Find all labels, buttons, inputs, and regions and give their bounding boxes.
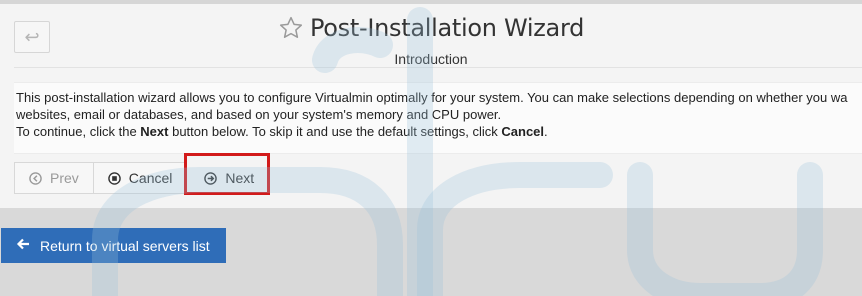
arrow-left-circle-icon <box>29 171 42 185</box>
header-divider <box>14 67 862 68</box>
cancel-button[interactable]: Cancel <box>92 162 188 194</box>
description-line-3-post: . <box>544 124 548 139</box>
wizard-description: This post-installation wizard allows you… <box>14 82 862 154</box>
page-title: Post-Installation Wizard <box>309 14 585 42</box>
page-subtitle: Introduction <box>394 51 468 67</box>
page-header: Post-Installation Wizard Introduction <box>0 14 862 67</box>
description-line-3-pre: To continue, click the <box>16 124 141 139</box>
title-line: Post-Installation Wizard <box>278 14 584 42</box>
description-line-3: To continue, click the Next button below… <box>16 123 862 140</box>
stop-circle-icon <box>108 171 121 185</box>
cancel-button-label: Cancel <box>128 170 173 186</box>
return-to-virtual-servers-button[interactable]: Return to virtual servers list <box>1 228 226 263</box>
return-button-label: Return to virtual servers list <box>40 237 210 254</box>
arrow-left-icon <box>16 237 30 254</box>
prev-button[interactable]: Prev <box>14 162 94 194</box>
prev-button-label: Prev <box>50 170 79 186</box>
description-cancel-word: Cancel <box>501 124 545 139</box>
description-line-2: websites, email or databases, and based … <box>16 107 502 122</box>
description-line-3-mid: button below. To skip it and use the def… <box>168 124 502 139</box>
description-line-1: This post-installation wizard allows you… <box>16 90 848 105</box>
description-next-word: Next <box>140 124 169 139</box>
star-icon[interactable] <box>278 15 304 41</box>
next-button-highlight <box>184 153 270 195</box>
